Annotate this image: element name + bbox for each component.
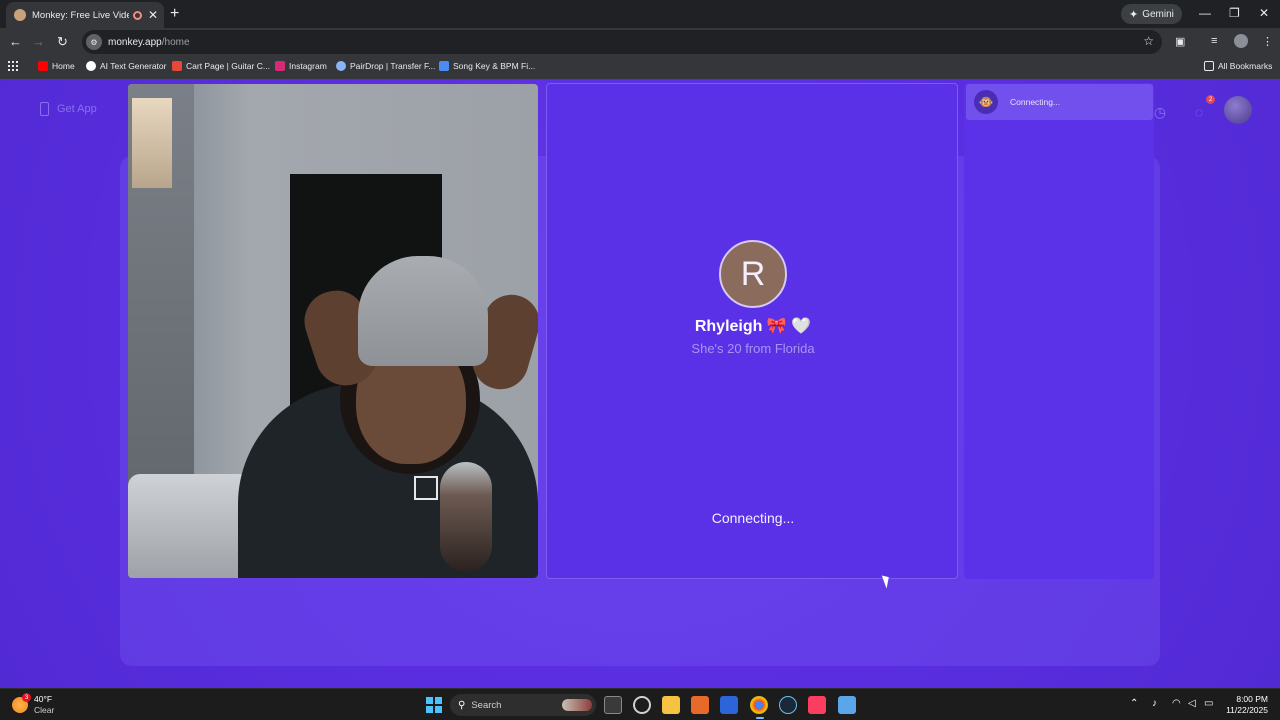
gemini-button[interactable]: ✦ Gemini xyxy=(1121,4,1182,24)
task-view-icon[interactable] xyxy=(604,696,622,714)
chrome-icon[interactable] xyxy=(750,696,768,714)
tray-overflow-icon[interactable]: ⌃ xyxy=(1130,698,1138,709)
address-bar[interactable]: ⚙ monkey.app /home ☆ xyxy=(82,30,1162,54)
instagram-icon xyxy=(275,61,285,71)
chat-notification-badge: 2 xyxy=(1206,95,1215,104)
pairdrop-icon xyxy=(336,61,346,71)
gemini-sparkle-icon: ✦ xyxy=(1129,8,1139,21)
wifi-icon[interactable]: ◠ xyxy=(1172,698,1181,709)
bookmark-ai-text-generator[interactable]: AI Text Generator xyxy=(86,61,166,71)
minimize-button[interactable]: — xyxy=(1199,6,1211,20)
chat-status-text: Connecting... xyxy=(1010,97,1061,107)
reload-icon[interactable]: ↻ xyxy=(57,34,68,50)
bookmark-label: Home xyxy=(52,61,75,71)
gemini-label: Gemini xyxy=(1142,8,1174,20)
tab-title: Monkey: Free Live Video Ch xyxy=(32,9,129,21)
url-host: monkey.app xyxy=(108,36,162,48)
back-arrow-icon[interactable]: ← xyxy=(9,34,22,49)
site-info-icon[interactable]: ⚙ xyxy=(86,34,102,50)
new-tab-button[interactable]: + xyxy=(170,5,179,23)
taskbar-search-placeholder: Search xyxy=(471,699,502,711)
windows-start-icon[interactable] xyxy=(426,697,442,713)
guitar-center-icon xyxy=(172,61,182,71)
song-key-icon xyxy=(439,61,449,71)
get-app-label: Get App xyxy=(57,103,97,115)
apps-grid-icon[interactable] xyxy=(8,61,18,71)
bookmark-star-icon[interactable]: ☆ xyxy=(1143,34,1154,48)
menu-kebab-icon[interactable]: ⋮ xyxy=(1262,35,1273,48)
window-close-button[interactable]: ✕ xyxy=(1259,6,1269,20)
all-bookmarks-label: All Bookmarks xyxy=(1218,61,1273,71)
media-control-icon[interactable]: ≡ xyxy=(1211,35,1217,47)
file-explorer-icon[interactable] xyxy=(662,696,680,714)
browser-toolbar: ← → ↻ ⚙ monkey.app /home ☆ ▣ ≡ ⋮ xyxy=(0,28,1280,56)
active-app-indicator xyxy=(756,717,764,719)
tab-close-button[interactable]: ✕ xyxy=(148,8,158,22)
bookmark-cart-page[interactable]: Cart Page | Guitar C... xyxy=(172,61,270,71)
autodesk-icon[interactable] xyxy=(691,696,709,714)
clock-time[interactable]: 8:00 PM xyxy=(1232,694,1268,704)
user-avatar[interactable] xyxy=(1224,96,1252,124)
monkey-favicon-icon xyxy=(14,9,26,21)
browser-tab[interactable]: Monkey: Free Live Video Ch ✕ xyxy=(6,2,164,28)
ai-generator-icon xyxy=(86,61,96,71)
phone-icon xyxy=(40,102,49,116)
recording-indicator-icon xyxy=(132,10,142,20)
chrome-profile-avatar[interactable] xyxy=(1234,34,1248,48)
browser-tab-strip: Monkey: Free Live Video Ch ✕ + ✦ Gemini … xyxy=(0,0,1280,28)
weather-badge: 3 xyxy=(22,693,31,702)
monkey-icon: 🐵 xyxy=(974,90,998,114)
search-icon: ⚲ xyxy=(458,699,466,711)
copilot-icon[interactable] xyxy=(633,696,651,714)
photos-icon[interactable] xyxy=(838,696,856,714)
connection-status: Connecting... xyxy=(711,510,795,526)
bookmark-home[interactable]: Home xyxy=(38,61,75,71)
bookmark-label: PairDrop | Transfer F... xyxy=(350,61,436,71)
clock-date[interactable]: 11/22/2025 xyxy=(1222,705,1268,715)
youtube-icon xyxy=(38,61,48,71)
bookmark-instagram[interactable]: Instagram xyxy=(275,61,327,71)
bookmark-label: Cart Page | Guitar C... xyxy=(186,61,270,71)
windows-taskbar: 3 40°F Clear ⚲ Search ⌃ ♪ ◠ ◁ ▭ 8:00 PM … xyxy=(0,688,1280,720)
bookmark-pairdrop[interactable]: PairDrop | Transfer F... xyxy=(336,61,435,71)
bookmark-song-key[interactable]: Song Key & BPM Fi... xyxy=(439,61,535,71)
partner-emojis: 🎀 🤍 xyxy=(766,318,812,335)
folder-icon xyxy=(1204,61,1214,71)
chat-status-row: 🐵 Connecting... xyxy=(966,84,1153,120)
microphone-icon[interactable]: ♪ xyxy=(1152,698,1157,709)
taskbar-search[interactable]: ⚲ Search xyxy=(450,694,596,716)
battery-icon[interactable]: ▭ xyxy=(1204,698,1213,709)
weather-temperature[interactable]: 40°F xyxy=(34,694,52,704)
partner-name: Rhyleigh xyxy=(694,318,763,335)
partner-subtitle: She's 20 from Florida xyxy=(691,341,815,356)
search-highlight-image xyxy=(562,699,592,711)
bookmarks-bar: Home AI Text Generator Cart Page | Guita… xyxy=(0,56,1280,80)
music-icon[interactable] xyxy=(808,696,826,714)
self-camera-feed xyxy=(128,84,538,578)
weather-condition[interactable]: Clear xyxy=(34,705,54,715)
url-path: /home xyxy=(161,36,190,48)
bookmark-label: AI Text Generator xyxy=(100,61,167,71)
bookmark-label: Instagram xyxy=(289,61,327,71)
all-bookmarks-button[interactable]: All Bookmarks xyxy=(1204,61,1272,71)
partner-name-row: Rhyleigh 🎀 🤍 xyxy=(547,316,959,336)
chat-panel: 🐵 Connecting... xyxy=(964,83,1154,579)
bookmark-label: Song Key & BPM Fi... xyxy=(453,61,536,71)
maximize-button[interactable]: ❐ xyxy=(1229,6,1240,20)
forward-arrow-icon[interactable]: → xyxy=(32,34,45,49)
partner-avatar: R xyxy=(719,240,787,308)
steam-icon[interactable] xyxy=(779,696,797,714)
screen-share-icon[interactable]: ▣ xyxy=(1175,35,1185,48)
get-app-button[interactable]: Get App xyxy=(40,102,97,116)
volume-icon[interactable]: ◁ xyxy=(1188,698,1196,709)
word-icon[interactable] xyxy=(720,696,738,714)
partner-panel: R Rhyleigh 🎀 🤍 She's 20 from Florida Con… xyxy=(546,83,958,579)
